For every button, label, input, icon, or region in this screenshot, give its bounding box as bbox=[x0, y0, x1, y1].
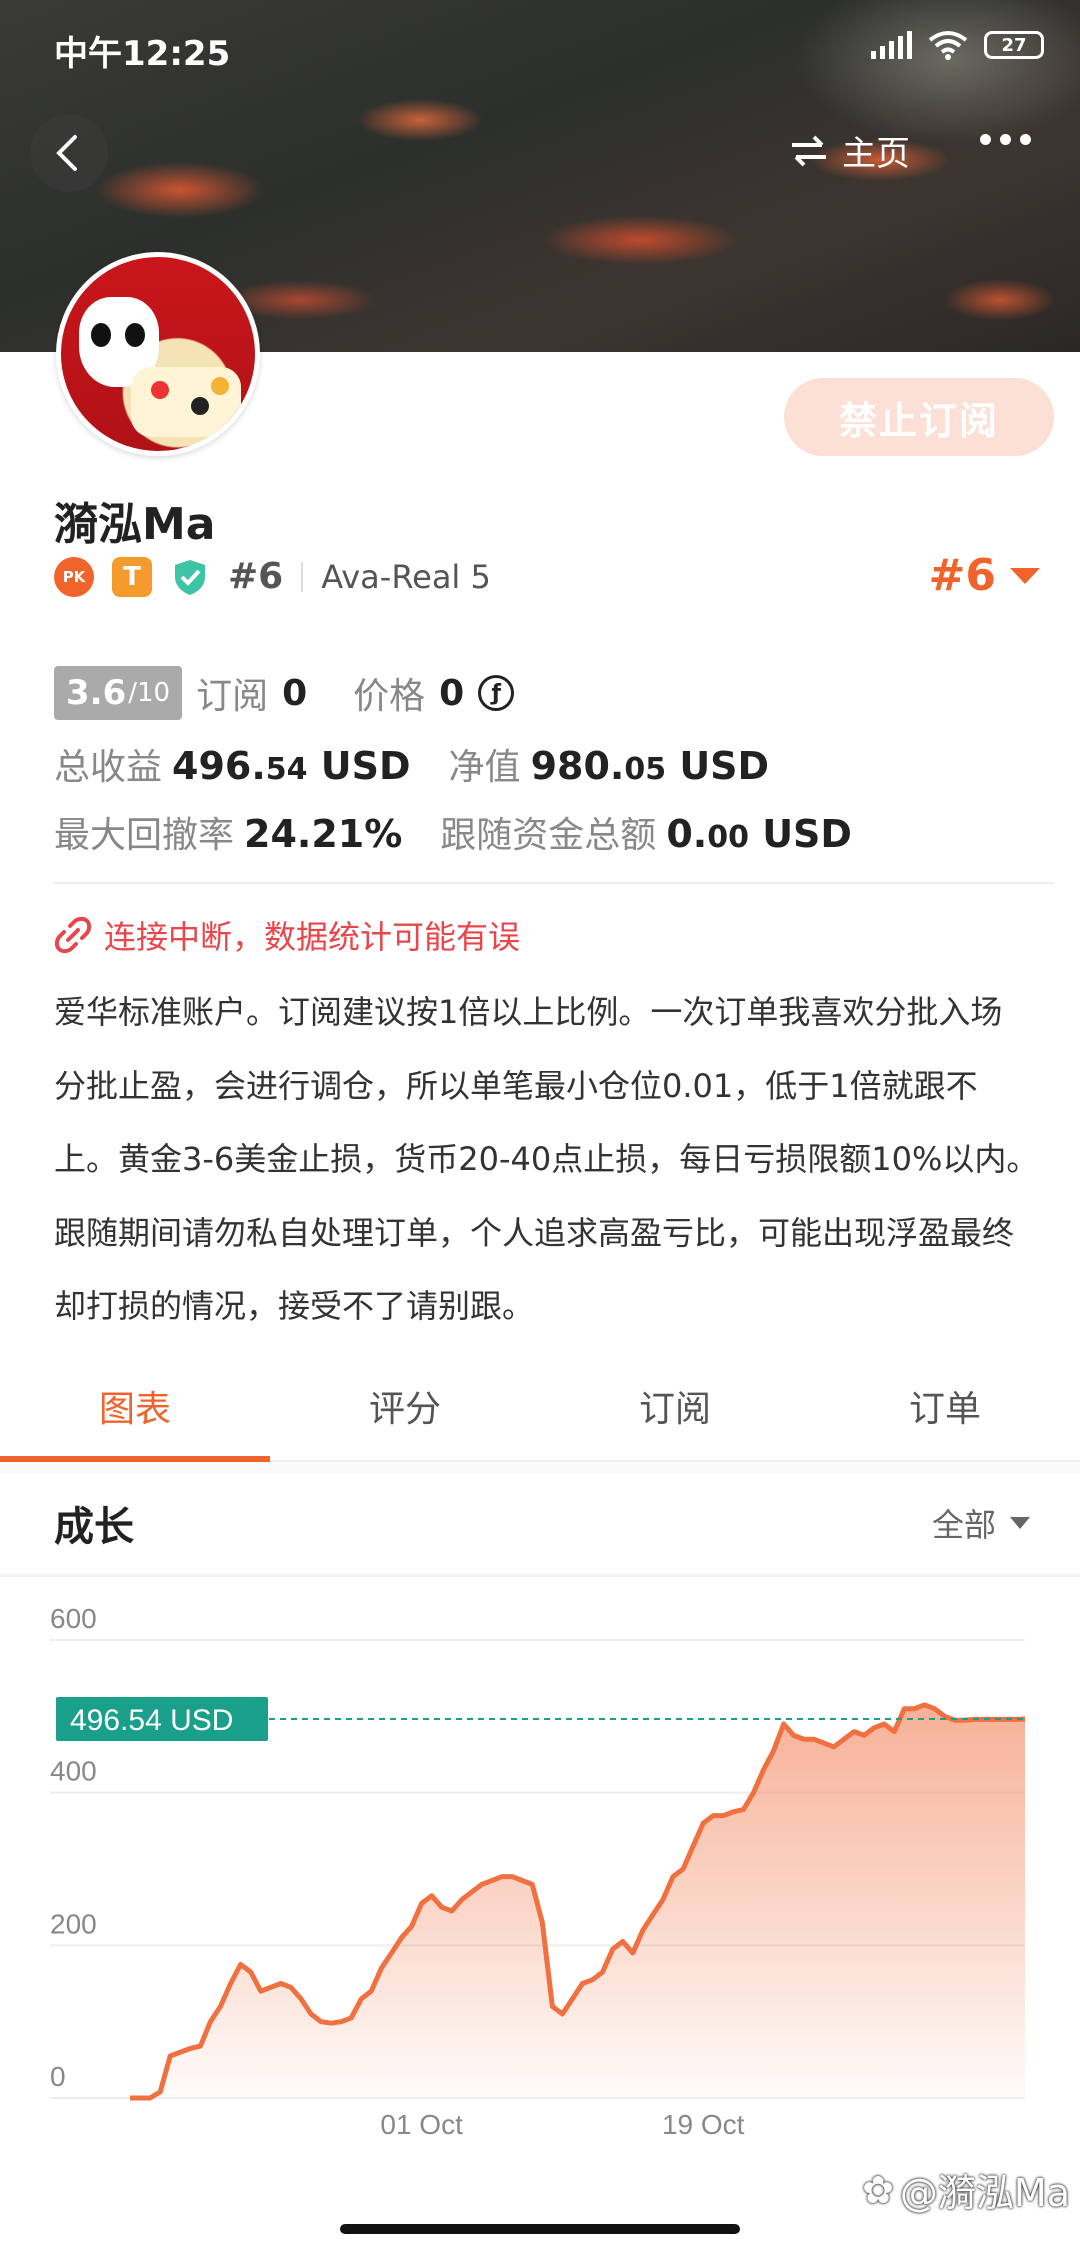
username: 漪泓Ma bbox=[54, 499, 216, 550]
badge-row: PK T #6 Ava-Real 5 bbox=[54, 556, 491, 597]
score-badge: 3.6/10 bbox=[54, 666, 183, 720]
warning-text: 连接中断，数据统计可能有误 bbox=[104, 918, 521, 956]
y-tick-label: 600 bbox=[50, 1603, 97, 1634]
range-select[interactable]: 全部 bbox=[932, 1500, 1030, 1546]
connection-warning: 连接中断，数据统计可能有误 bbox=[54, 912, 520, 958]
equity-value: 980.05 USD bbox=[530, 744, 770, 788]
price-value: 0 bbox=[439, 672, 465, 714]
status-icons: 27 bbox=[871, 30, 1044, 60]
y-tick-label: 400 bbox=[50, 1756, 97, 1787]
drawdown-label: 最大回撤率 bbox=[54, 815, 235, 856]
home-label: 主页 bbox=[842, 134, 910, 174]
rank-label: #6 bbox=[228, 556, 284, 597]
profit-row: 总收益 496.54 USD 净值 980.05 USD bbox=[54, 738, 769, 790]
server-name: Ava-Real 5 bbox=[321, 557, 491, 596]
dropdown-arrow-icon bbox=[1010, 567, 1040, 584]
total-profit-label: 总收益 bbox=[54, 747, 163, 788]
price-label: 价格 bbox=[353, 676, 426, 717]
wifi-icon bbox=[928, 31, 968, 60]
growth-chart[interactable]: 0 200 400 600 496.54 USD 01 Oct 19 Oct bbox=[0, 1600, 1080, 2210]
tab-chart[interactable]: 图表 bbox=[0, 1352, 270, 1462]
tab-orders[interactable]: 订单 bbox=[810, 1352, 1080, 1460]
range-label: 全部 bbox=[931, 1506, 996, 1544]
rank-big-label: #6 bbox=[928, 550, 996, 601]
description: 爱华标准账户。订阅建议按1倍以上比例。一次订单我喜欢分批入场 分批止盈，会进行调… bbox=[54, 993, 1039, 1325]
status-bar: 中午12:25 27 bbox=[0, 0, 1080, 96]
subscribe-label: 订阅 bbox=[196, 676, 269, 717]
divider bbox=[54, 882, 1054, 884]
equity-label: 净值 bbox=[448, 747, 521, 788]
chevron-down-icon bbox=[1010, 1517, 1030, 1529]
broken-link-icon bbox=[54, 916, 92, 954]
verified-shield-icon[interactable] bbox=[170, 557, 210, 597]
weibo-icon: ✿ bbox=[862, 2167, 894, 2212]
divider bbox=[301, 561, 304, 592]
follow-fund-label: 跟随资金总额 bbox=[440, 815, 657, 856]
x-tick-label: 19 Oct bbox=[662, 2109, 745, 2140]
y-tick-label: 200 bbox=[50, 1908, 97, 1939]
section-gap bbox=[0, 1462, 1080, 1474]
battery-icon: 27 bbox=[984, 31, 1044, 59]
drawdown-row: 最大回撤率 24.21% 跟随资金总额 0.00 USD bbox=[54, 806, 852, 858]
tab-bar: 图表 评分 订阅 订单 bbox=[0, 1352, 1080, 1462]
chart-area bbox=[130, 1704, 1025, 2098]
follow-fund-value: 0.00 USD bbox=[666, 812, 852, 856]
drawdown-value: 24.21% bbox=[244, 812, 403, 856]
tab-subscribe[interactable]: 订阅 bbox=[540, 1352, 810, 1460]
signal-icon bbox=[871, 31, 912, 59]
divider bbox=[0, 1574, 1080, 1577]
current-value-text: 496.54 USD bbox=[70, 1704, 233, 1737]
current-value-tag: 496.54 USD bbox=[56, 1696, 268, 1741]
more-button[interactable] bbox=[980, 134, 1031, 145]
rank-dropdown[interactable]: #6 bbox=[929, 550, 1040, 601]
total-profit-value: 496.54 USD bbox=[172, 744, 411, 788]
score-row: 3.6/10 订阅 0 价格 0 ƒ bbox=[54, 666, 515, 720]
x-tick-label: 01 Oct bbox=[380, 2109, 463, 2140]
tab-rating[interactable]: 评分 bbox=[270, 1352, 540, 1460]
pk-badge-icon[interactable]: PK bbox=[54, 556, 94, 597]
switch-icon bbox=[792, 135, 826, 166]
subscribe-value: 0 bbox=[282, 672, 308, 714]
growth-title: 成长 bbox=[54, 1504, 134, 1550]
back-arrow-icon bbox=[56, 135, 77, 171]
back-button[interactable] bbox=[30, 114, 108, 192]
t-badge-icon[interactable]: T bbox=[112, 556, 152, 597]
avatar[interactable] bbox=[56, 252, 260, 456]
y-tick-label: 0 bbox=[50, 2061, 66, 2092]
status-time: 中午12:25 bbox=[54, 34, 231, 74]
watermark: ✿ @漪泓Ma bbox=[862, 2167, 1070, 2216]
coin-icon: ƒ bbox=[478, 675, 515, 711]
home-indicator[interactable] bbox=[340, 2224, 740, 2234]
block-subscribe-button[interactable]: 禁止订阅 bbox=[784, 378, 1054, 456]
home-button[interactable]: 主页 bbox=[790, 126, 910, 175]
